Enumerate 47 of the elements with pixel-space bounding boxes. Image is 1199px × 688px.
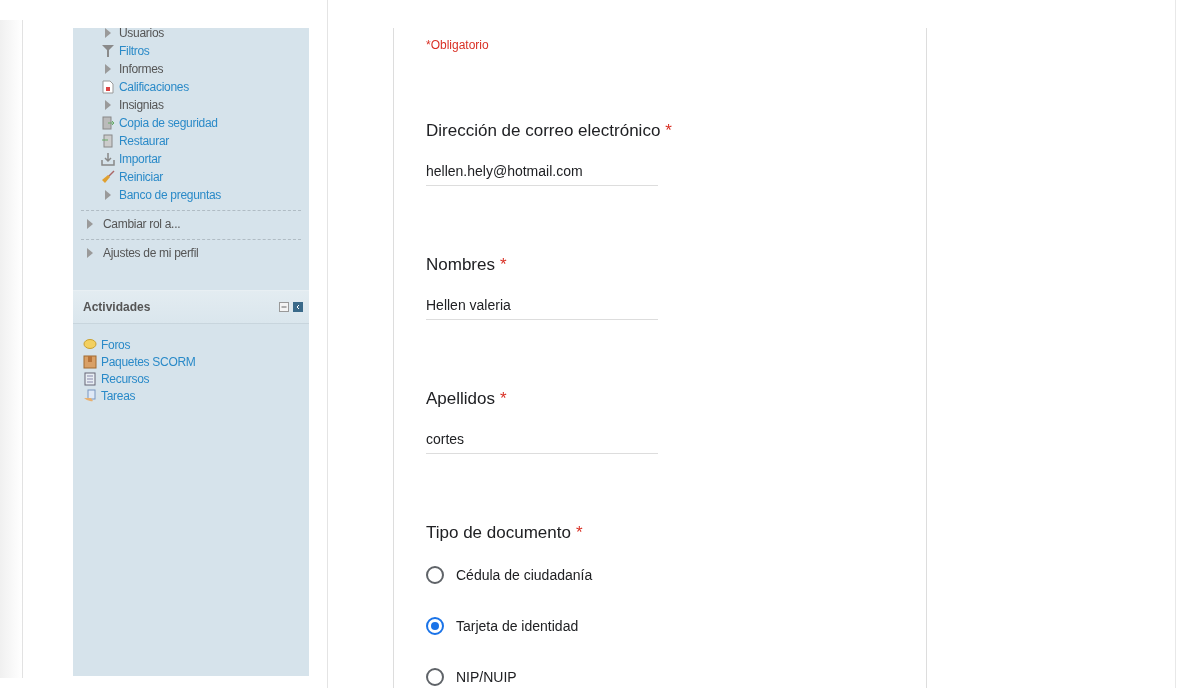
text-field[interactable]: cortes [426, 427, 658, 454]
block-title: Actividades [83, 300, 151, 314]
required-asterisk: * [500, 389, 507, 409]
radio-button[interactable] [426, 617, 444, 635]
activity-link[interactable]: Foros [101, 337, 131, 352]
document-icon [101, 80, 115, 94]
server-icon [101, 134, 115, 148]
nav-link[interactable]: Banco de preguntas [119, 188, 221, 202]
nav-link[interactable]: Importar [119, 152, 162, 166]
radio-button[interactable] [426, 668, 444, 686]
activity-link[interactable]: Tareas [101, 388, 136, 403]
nav-link[interactable]: Filtros [119, 44, 150, 58]
nav-link[interactable]: Reiniciar [119, 170, 163, 184]
server-icon [101, 116, 115, 130]
hand-paper-icon [83, 388, 97, 403]
question-label: Dirección de correo electrónico [426, 121, 661, 141]
nav-link[interactable]: Calificaciones [119, 80, 189, 94]
question-label: Tipo de documento [426, 523, 571, 543]
nav-link[interactable]: Restaurar [119, 134, 169, 148]
download-tray-icon [101, 152, 115, 166]
nav-category[interactable]: Insignias [119, 98, 164, 112]
question-label: Nombres [426, 255, 495, 275]
dock-icon[interactable] [293, 302, 303, 312]
radio-button[interactable] [426, 566, 444, 584]
document-icon [83, 371, 97, 386]
nav-category[interactable]: Informes [119, 62, 164, 76]
nav-category[interactable]: Usuarios [119, 26, 164, 40]
speech-bubble-icon [83, 337, 97, 352]
nav-category[interactable]: Ajustes de mi perfil [103, 246, 199, 260]
nav-category[interactable]: Cambiar rol a... [103, 217, 181, 231]
funnel-icon [101, 44, 115, 58]
text-field[interactable]: Hellen valeria [426, 293, 658, 320]
collapse-icon[interactable] [279, 302, 289, 312]
activity-link[interactable]: Recursos [101, 371, 150, 386]
activity-link[interactable]: Paquetes SCORM [101, 354, 196, 369]
broom-icon [101, 170, 115, 184]
option-label: Tarjeta de identidad [456, 618, 579, 634]
option-label: Cédula de ciudadanía [456, 567, 593, 583]
option-label: NIP/NUIP [456, 669, 517, 685]
required-asterisk: * [575, 523, 583, 543]
required-asterisk: * [665, 121, 672, 141]
text-field[interactable]: hellen.hely@hotmail.com [426, 159, 658, 186]
required-asterisk: * [499, 255, 507, 275]
package-icon [83, 354, 97, 369]
nav-link[interactable]: Copia de seguridad [119, 116, 218, 130]
question-label: Apellidos [426, 389, 495, 409]
required-note: *Obligatorio [426, 38, 490, 52]
